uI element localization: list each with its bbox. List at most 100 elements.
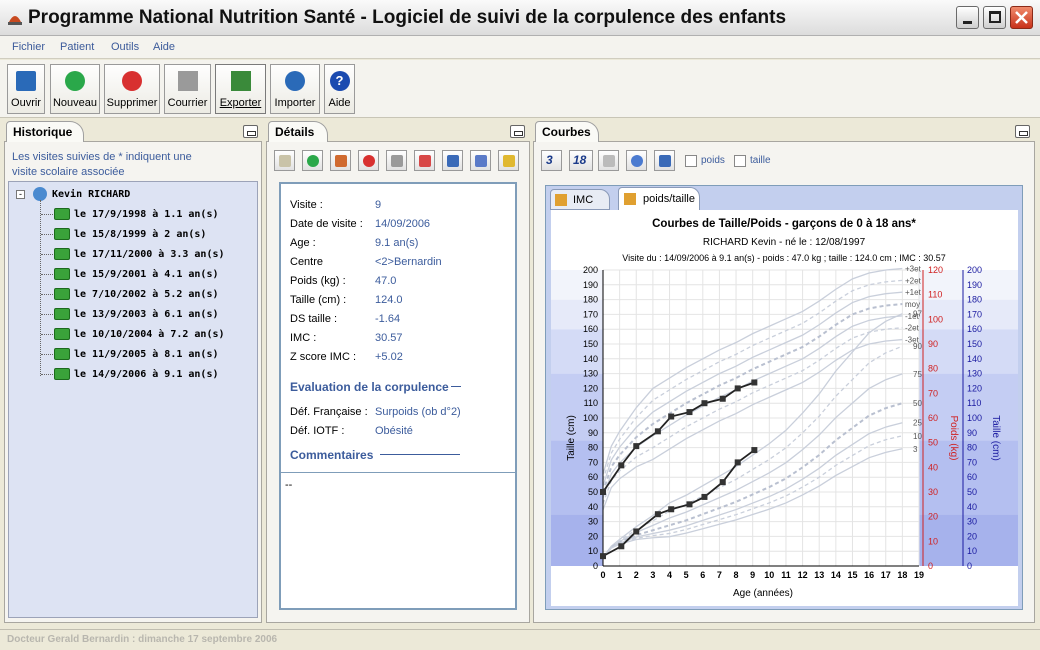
delete-visit-button[interactable] xyxy=(358,150,379,171)
refresh-chart-button[interactable] xyxy=(626,150,647,171)
y-tick-label-poids: 60 xyxy=(928,413,938,423)
visit-folder-icon xyxy=(54,308,70,320)
historique-minimize-button[interactable] xyxy=(243,125,258,138)
x-tick-label: 17 xyxy=(881,570,891,580)
poids-data-point xyxy=(686,501,693,508)
x-tick-label: 2 xyxy=(634,570,639,580)
x-tick-label: 14 xyxy=(831,570,841,580)
visit-item[interactable]: le 10/10/2004 à 7.2 an(s) xyxy=(74,329,225,340)
maximize-button[interactable] xyxy=(983,6,1006,29)
x-axis-label: Age (années) xyxy=(733,588,793,599)
x-tick-label: 15 xyxy=(847,570,857,580)
visit-item[interactable]: le 7/10/2002 à 5.2 an(s) xyxy=(74,289,219,300)
x-tick-label: 12 xyxy=(798,570,808,580)
imc-icon xyxy=(555,194,567,206)
taille-checkbox[interactable] xyxy=(734,155,746,167)
tree-collapse-toggle[interactable]: - xyxy=(16,190,25,199)
menu-aide[interactable]: Aide xyxy=(153,41,175,53)
y-tick-label-poids: 120 xyxy=(928,265,943,275)
pdf-button[interactable] xyxy=(414,150,435,171)
field-value: 47.0 xyxy=(375,275,397,287)
poids-percentile-label: 25 xyxy=(913,419,922,428)
table-button[interactable] xyxy=(386,150,407,171)
visit-item[interactable]: le 14/9/2006 à 9.1 an(s) xyxy=(74,369,219,380)
disk-icon xyxy=(447,155,459,167)
x-tick-label: 3 xyxy=(650,570,655,580)
range-3-button[interactable]: 3 xyxy=(541,150,562,171)
y-tick-label-taille: 130 xyxy=(583,369,598,379)
subtab-imc[interactable]: IMC xyxy=(550,189,610,210)
pdf-icon xyxy=(419,155,431,167)
export-icon xyxy=(230,71,251,91)
tab-courbes[interactable]: Courbes xyxy=(535,121,599,142)
notes-button[interactable] xyxy=(498,150,519,171)
poids-data-point xyxy=(633,528,640,535)
y-tick-label-taille-right: 140 xyxy=(967,354,982,364)
close-button[interactable] xyxy=(1010,6,1033,29)
ouvrir-button[interactable]: Ouvrir xyxy=(7,64,45,114)
details-minimize-button[interactable] xyxy=(510,125,525,138)
minimize-button[interactable] xyxy=(956,6,979,29)
field-label: Visite : xyxy=(290,199,323,211)
add-visit-button[interactable] xyxy=(302,150,323,171)
taille-percentile-label: +2et xyxy=(905,276,922,285)
poids-data-point xyxy=(600,553,606,560)
y-tick-label-poids: 90 xyxy=(928,339,938,349)
visit-folder-icon xyxy=(54,348,70,360)
y-tick-label-taille: 60 xyxy=(588,472,598,482)
tree-branch xyxy=(41,374,53,375)
tab-details[interactable]: Détails xyxy=(268,121,328,142)
x-tick-label: 11 xyxy=(781,570,791,580)
y-tick-label-poids: 80 xyxy=(928,364,938,374)
menu-fichier[interactable]: Fichier xyxy=(12,41,45,53)
visit-item[interactable]: le 11/9/2005 à 8.1 an(s) xyxy=(74,349,219,360)
subtab-poids-taille[interactable]: poids/taille xyxy=(618,187,700,210)
y-tick-label-poids: 20 xyxy=(928,512,938,522)
visit-item[interactable]: le 15/9/2001 à 4.1 an(s) xyxy=(74,269,219,280)
comments-textarea[interactable]: -- xyxy=(281,472,515,608)
patient-card-button[interactable] xyxy=(274,150,295,171)
y-tick-label-taille-right: 30 xyxy=(967,517,977,527)
courrier-button[interactable]: Courrier xyxy=(164,64,211,114)
tab-historique[interactable]: Historique xyxy=(6,121,84,142)
y-tick-label-taille-right: 0 xyxy=(967,561,972,571)
visit-item[interactable]: le 17/9/1998 à 1.1 an(s) xyxy=(74,209,219,220)
table-icon xyxy=(391,155,403,167)
y-tick-label-poids: 100 xyxy=(928,314,943,324)
field-value: 9 xyxy=(375,199,382,211)
courbes-minimize-button[interactable] xyxy=(1015,125,1030,138)
network-button[interactable] xyxy=(470,150,491,171)
tree-branch xyxy=(41,314,53,315)
range-18-button[interactable]: 18 xyxy=(569,150,593,171)
exporter-button[interactable]: Exporter xyxy=(215,64,266,114)
menu-outils[interactable]: Outils xyxy=(111,41,139,53)
y-tick-label-taille: 50 xyxy=(588,487,598,497)
visit-item[interactable]: le 13/9/2003 à 6.1 an(s) xyxy=(74,309,219,320)
importer-button[interactable]: Importer xyxy=(270,64,320,114)
x-tick-label: 5 xyxy=(684,570,689,580)
visit-item[interactable]: le 15/8/1999 à 2 an(s) xyxy=(74,229,206,240)
y-tick-label-taille: 120 xyxy=(583,383,598,393)
x-tick-label: 10 xyxy=(764,570,774,580)
print-chart-button[interactable] xyxy=(598,150,619,171)
nouveau-button[interactable]: Nouveau xyxy=(50,64,100,114)
poids-checkbox[interactable] xyxy=(685,155,697,167)
save-button[interactable] xyxy=(442,150,463,171)
status-bar: Docteur Gerald Bernardin : dimanche 17 s… xyxy=(0,629,1040,650)
field-value: 30.57 xyxy=(375,332,403,344)
y-tick-label-poids: 30 xyxy=(928,487,938,497)
save-chart-button[interactable] xyxy=(654,150,675,171)
poids-data-point xyxy=(751,447,758,454)
visit-item[interactable]: le 17/11/2000 à 3.3 an(s) xyxy=(74,249,225,260)
growth-chart: +3et+2et+1etmoy-1et-2et-3et9790755025103… xyxy=(551,210,1018,606)
menu-patient[interactable]: Patient xyxy=(60,41,94,53)
disk-icon xyxy=(659,155,671,167)
patient-node[interactable]: Kevin RICHARD xyxy=(52,189,130,200)
comments-title: Commentaires xyxy=(290,448,374,462)
supprimer-button[interactable]: Supprimer xyxy=(104,64,160,114)
y-tick-label-taille-right: 70 xyxy=(967,457,977,467)
y-tick-label-taille-right: 170 xyxy=(967,309,982,319)
poids-data-point xyxy=(618,543,625,550)
aide-button[interactable]: ? Aide xyxy=(324,64,355,114)
edit-visit-button[interactable] xyxy=(330,150,351,171)
